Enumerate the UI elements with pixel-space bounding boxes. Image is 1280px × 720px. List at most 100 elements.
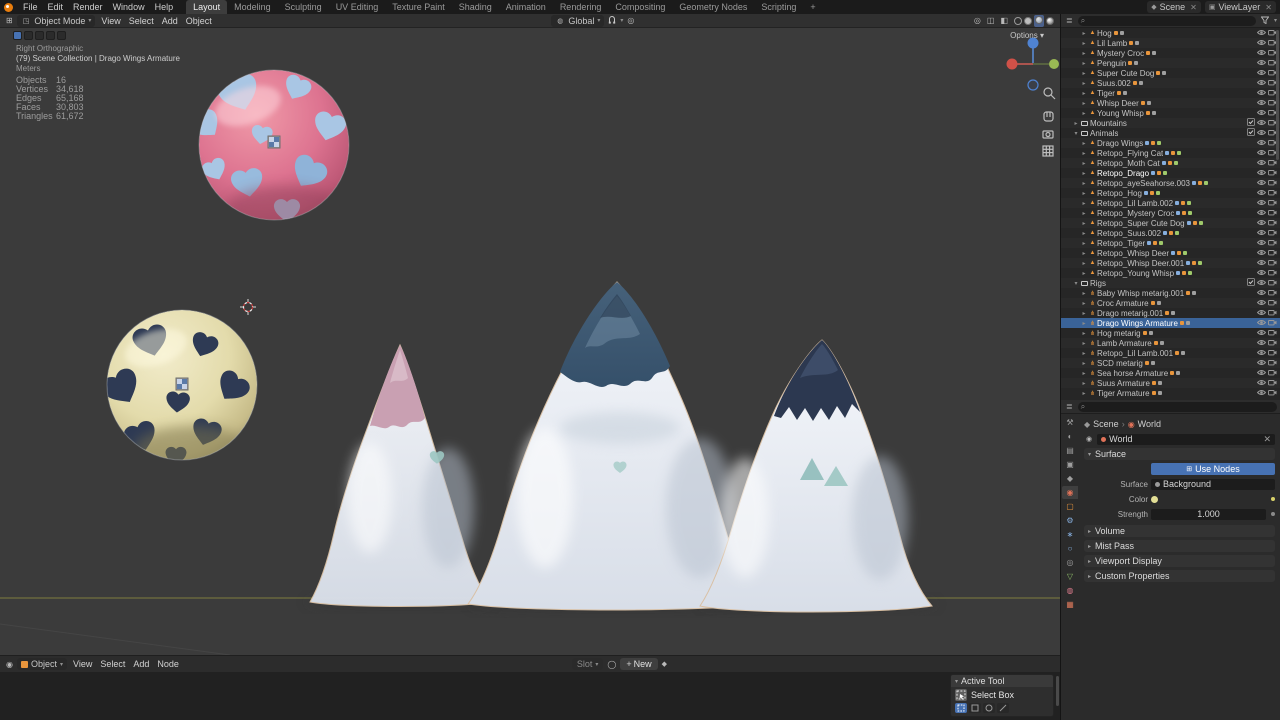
camera-icon[interactable] (1268, 259, 1277, 268)
properties-tab-texture[interactable]: ▦ (1062, 598, 1078, 611)
outliner-row[interactable]: ▸ ▲ Drago Wings (1061, 138, 1280, 148)
mountain-left[interactable] (309, 343, 491, 607)
breadcrumb-world[interactable]: World (1138, 419, 1161, 429)
unlink-scene-icon[interactable]: ✕ (1188, 3, 1197, 12)
checkbox-icon[interactable] (1247, 278, 1255, 288)
disclosure-triangle[interactable]: ▸ (1080, 150, 1088, 157)
camera-icon[interactable] (1268, 209, 1277, 218)
disclosure-triangle[interactable]: ▸ (1080, 80, 1088, 87)
eye-icon[interactable] (1256, 109, 1267, 118)
shader-type-dropdown[interactable]: Object ▾ (16, 658, 68, 670)
disclosure-triangle[interactable]: ▸ (1080, 270, 1088, 277)
disclosure-triangle[interactable]: ▸ (1080, 60, 1088, 67)
outliner-row[interactable]: ▸ ▲ Retopo_Tiger (1061, 238, 1280, 248)
outliner-row[interactable]: ▸ ▲ Retopo_Suus.002 (1061, 228, 1280, 238)
properties-tab-object[interactable]: ▢ (1062, 500, 1078, 513)
workspace-tab-rendering[interactable]: Rendering (553, 0, 609, 14)
section-viewport-display[interactable]: ▸ Viewport Display (1084, 555, 1275, 567)
eye-icon[interactable] (1256, 179, 1267, 188)
disclosure-triangle[interactable]: ▸ (1080, 180, 1088, 187)
eye-icon[interactable] (1256, 99, 1267, 108)
gizmo-axis-z-neg[interactable] (1027, 79, 1039, 91)
eye-icon[interactable] (1256, 189, 1267, 198)
editor-type-icon[interactable]: ≣ (1064, 16, 1075, 25)
surface-section-header[interactable]: ▾ Surface (1084, 448, 1275, 460)
eye-icon[interactable] (1256, 129, 1267, 138)
camera-icon[interactable] (1268, 249, 1277, 258)
browse-material-icon[interactable]: ◯ (605, 660, 618, 669)
camera-icon[interactable] (1268, 349, 1277, 358)
section-mist-pass[interactable]: ▸ Mist Pass (1084, 540, 1275, 552)
strength-slider[interactable]: 1.000 (1151, 508, 1266, 520)
disclosure-triangle[interactable]: ▸ (1080, 290, 1088, 297)
eye-icon[interactable] (1256, 159, 1267, 168)
workspace-tab-scripting[interactable]: Scripting (754, 0, 803, 14)
checkbox-icon[interactable] (1247, 128, 1255, 138)
filter-icon[interactable] (1259, 16, 1271, 26)
workspace-tab-uv-editing[interactable]: UV Editing (329, 0, 386, 14)
breadcrumb-scene[interactable]: Scene (1093, 419, 1119, 429)
eye-icon[interactable] (1256, 79, 1267, 88)
menu-edit[interactable]: Edit (43, 0, 69, 14)
eye-icon[interactable] (1256, 259, 1267, 268)
camera-icon[interactable] (1268, 159, 1277, 168)
camera-icon[interactable] (1268, 389, 1277, 398)
outliner-row[interactable]: ▸ ▲ Retopo_Moth Cat (1061, 158, 1280, 168)
disclosure-triangle[interactable]: ▾ (1072, 130, 1080, 137)
outliner-row[interactable]: ▸ ▲ Whisp Deer (1061, 98, 1280, 108)
viewport-menu-view[interactable]: View (97, 16, 124, 26)
disclosure-triangle[interactable]: ▸ (1080, 100, 1088, 107)
texture-image-widget[interactable] (175, 377, 189, 391)
material-preview-icon[interactable] (1035, 15, 1043, 24)
disclosure-triangle[interactable]: ▸ (1080, 210, 1088, 217)
camera-icon[interactable] (1268, 229, 1277, 238)
camera-icon[interactable] (1268, 319, 1277, 328)
use-nodes-button[interactable]: ⊞ Use Nodes (1151, 463, 1275, 475)
outliner-row[interactable]: ▸ ▲ Retopo_ayeSeahorse.003 (1061, 178, 1280, 188)
outliner-row[interactable]: ▸ ▲ Retopo_Young Whisp (1061, 268, 1280, 278)
scene-selector[interactable]: ◆ Scene ✕ (1147, 1, 1201, 13)
eye-icon[interactable] (1256, 219, 1267, 228)
unlink-world-icon[interactable]: ✕ (1263, 434, 1271, 445)
properties-tab-modifiers[interactable]: ⚙ (1062, 514, 1078, 527)
camera-view-icon[interactable] (1042, 130, 1054, 139)
disclosure-triangle[interactable]: ▸ (1080, 340, 1088, 347)
camera-icon[interactable] (1268, 359, 1277, 368)
camera-icon[interactable] (1268, 289, 1277, 298)
gizmo-axis-y[interactable] (1049, 59, 1059, 69)
editor-type-icon[interactable]: ≣ (1064, 402, 1075, 411)
outliner-row[interactable]: ▸ ⋔ SCD metarig (1061, 358, 1280, 368)
workspace-tab-compositing[interactable]: Compositing (608, 0, 672, 14)
show-gizmo-icon[interactable]: ◎ (972, 16, 983, 25)
grid-toggle-icon[interactable] (1042, 145, 1054, 157)
wireframe-shading-icon[interactable] (1014, 16, 1022, 25)
eye-icon[interactable] (1256, 49, 1267, 58)
unlink-viewlayer-icon[interactable]: ✕ (1263, 3, 1272, 12)
properties-tab-object-data[interactable]: ▽ (1062, 570, 1078, 583)
eye-icon[interactable] (1256, 149, 1267, 158)
outliner-row[interactable]: ▸ ⋔ Baby Whisp metarig.001 (1061, 288, 1280, 298)
eye-icon[interactable] (1256, 349, 1267, 358)
workspace-tab-animation[interactable]: Animation (499, 0, 553, 14)
eye-icon[interactable] (1256, 119, 1267, 128)
outliner-row[interactable]: ▸ ▲ Retopo_Flying Cat (1061, 148, 1280, 158)
disclosure-triangle[interactable]: ▸ (1080, 360, 1088, 367)
disclosure-triangle[interactable]: ▸ (1080, 350, 1088, 357)
snap-magnet-icon[interactable] (606, 15, 618, 26)
disclosure-triangle[interactable]: ▸ (1080, 320, 1088, 327)
eye-icon[interactable] (1256, 39, 1267, 48)
disclosure-triangle[interactable]: ▸ (1080, 220, 1088, 227)
rendered-shading-icon[interactable] (1046, 16, 1054, 25)
camera-icon[interactable] (1268, 269, 1277, 278)
editor-type-icon[interactable]: ◉ (4, 660, 15, 669)
show-overlays-icon[interactable]: ◫ (985, 16, 997, 25)
scrollbar[interactable] (1276, 30, 1279, 160)
eye-icon[interactable] (1256, 359, 1267, 368)
outliner-row[interactable]: ▸ ▲ Retopo_Mystery Croc (1061, 208, 1280, 218)
eye-icon[interactable] (1256, 289, 1267, 298)
browse-world-icon[interactable]: ◉ (1084, 435, 1094, 443)
select-mode-icon-3[interactable] (46, 31, 55, 40)
outliner-row[interactable]: ▸ ⋔ Lamb Armature (1061, 338, 1280, 348)
shader-editor-body[interactable] (0, 672, 1060, 720)
eye-icon[interactable] (1256, 339, 1267, 348)
